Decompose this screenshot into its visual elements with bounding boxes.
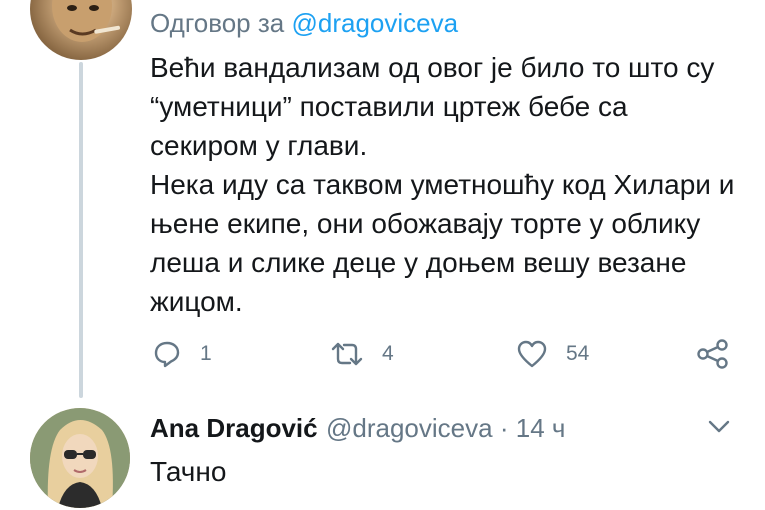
retweet-count: 4	[382, 342, 394, 365]
tweet-timestamp[interactable]: 14 ч	[516, 413, 566, 443]
author-name[interactable]: Ana Dragović	[150, 413, 318, 444]
like-button[interactable]: 54	[516, 338, 589, 370]
share-button[interactable]	[696, 338, 730, 370]
more-options-button[interactable]	[706, 416, 732, 441]
separator-dot: ·	[499, 413, 509, 443]
tweet-paragraph: Нека иду са таквом уметношћу код Хилари …	[150, 169, 735, 317]
tweet-paragraph: Већи вандализам од овог је било то што с…	[150, 52, 715, 161]
reply-to-label: Одговор за	[150, 8, 285, 38]
tweet-text: Тачно	[150, 456, 227, 487]
author-handle[interactable]: @dragoviceva	[326, 413, 493, 443]
retweet-button[interactable]: 4	[330, 338, 394, 370]
like-count: 54	[566, 342, 590, 365]
avatar[interactable]	[30, 408, 130, 508]
author-handle-line: @dragoviceva · 14 ч	[326, 413, 565, 444]
reply-count: 1	[200, 342, 212, 365]
tweet-text: Већи вандализам од овог је било то што с…	[150, 48, 740, 321]
reply-icon	[152, 339, 182, 369]
reply-button[interactable]: 1	[152, 338, 212, 370]
chevron-down-icon	[706, 420, 732, 440]
reply-to-line: Одговор за @dragoviceva	[150, 8, 458, 39]
reply-mention-link[interactable]: @dragoviceva	[291, 8, 458, 38]
share-icon	[696, 338, 730, 370]
like-icon	[516, 339, 548, 369]
thread-connector	[79, 62, 83, 398]
avatar[interactable]	[30, 0, 132, 60]
retweet-icon	[330, 339, 364, 369]
